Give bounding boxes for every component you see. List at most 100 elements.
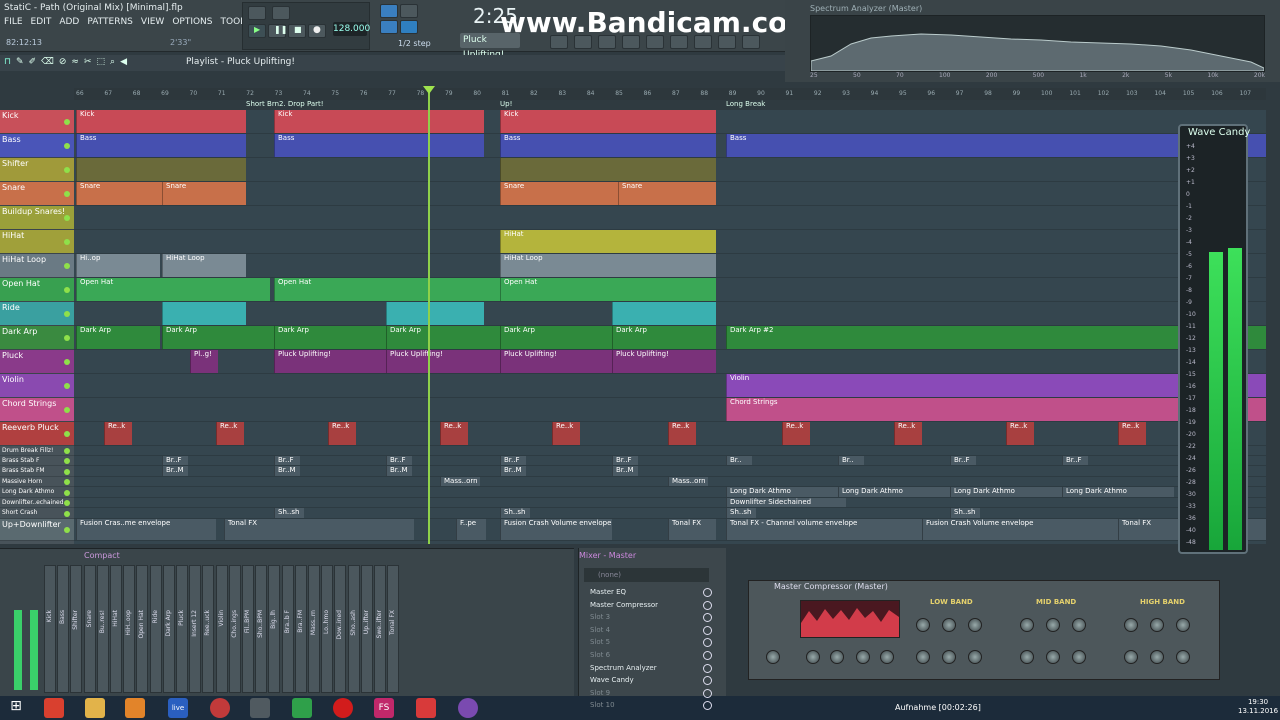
paint-icon[interactable]: ✐ xyxy=(29,57,37,67)
pattern-clip[interactable]: Fusion Cras..me envelope xyxy=(76,519,216,540)
pattern-clip[interactable]: Re..k xyxy=(552,422,580,445)
compressor-knob[interactable] xyxy=(1072,650,1086,664)
pattern-clip[interactable]: Mass..orn xyxy=(440,477,480,486)
track-header[interactable]: Up+Downlifter xyxy=(0,519,74,541)
track-header[interactable]: Violin xyxy=(0,374,74,398)
track-active-led-icon[interactable] xyxy=(64,335,70,341)
delete-icon[interactable]: ⌫ xyxy=(41,57,54,67)
track-lane[interactable]: Open Hat Open Hat Open Hat xyxy=(74,278,1266,302)
pattern-clip[interactable]: Snare xyxy=(500,182,618,205)
slot-mix-knob-icon[interactable] xyxy=(703,600,712,610)
pattern-clip[interactable]: Br.. xyxy=(726,456,752,465)
pattern-clip[interactable]: Br..F xyxy=(612,456,638,465)
fl-studio-icon[interactable] xyxy=(125,698,145,718)
track-active-led-icon[interactable] xyxy=(64,458,70,464)
track-header[interactable]: Drum Break Fillz! xyxy=(0,446,74,456)
mixer-slot[interactable]: Slot 3 xyxy=(584,612,709,623)
pattern-clip[interactable]: Br..M xyxy=(274,466,300,476)
pattern-clip[interactable]: Kick xyxy=(76,110,246,133)
mixer-slot[interactable]: Slot 6 xyxy=(584,650,709,661)
menu-file[interactable]: FILE xyxy=(4,17,23,27)
mixer-slot[interactable]: Master EQ xyxy=(584,587,709,598)
mixer-slot[interactable]: Wave Candy xyxy=(584,675,709,686)
pattern-clip[interactable]: Tonal FX - Channel volume envelope xyxy=(726,519,922,540)
pattern-clip[interactable]: Re..k xyxy=(668,422,696,445)
track-lane[interactable]: Pl..g! Pluck Uplifting! Pluck Uplifting! Pl… xyxy=(74,350,1266,374)
tempo-display[interactable]: 128.000 xyxy=(333,22,370,36)
playhead-marker-icon[interactable] xyxy=(423,86,435,94)
track-header[interactable]: HiHat Loop xyxy=(0,254,74,278)
track-active-led-icon[interactable] xyxy=(64,431,70,437)
pattern-clip[interactable]: Re..k xyxy=(440,422,468,445)
mixer-channel-strip[interactable] xyxy=(110,565,122,693)
pattern-clip[interactable]: Dark Arp xyxy=(76,326,160,349)
menu-add[interactable]: ADD xyxy=(59,17,79,27)
pattern-clip[interactable]: Re..k xyxy=(894,422,922,445)
track-lane[interactable]: Kick Kick Kick xyxy=(74,110,1266,134)
pattern-clip[interactable]: Dark Arp xyxy=(500,326,612,349)
song-mode-button[interactable] xyxy=(272,6,290,20)
pattern-clip[interactable]: Open Hat xyxy=(274,278,500,301)
pattern-clip[interactable]: Bass xyxy=(500,134,716,157)
compressor-knob[interactable] xyxy=(1046,650,1060,664)
track-active-led-icon[interactable] xyxy=(64,468,70,475)
mixer-channel-strip[interactable] xyxy=(149,565,162,693)
track-lane[interactable]: Fusion Cras..me envelope Tonal FX F..pe Fus… xyxy=(74,519,1266,541)
track-active-led-icon[interactable] xyxy=(64,407,70,413)
track-lane[interactable]: Long Dark Athmo Long Dark Athmo Long Dark … xyxy=(74,487,1266,498)
track-header[interactable]: Pluck xyxy=(0,350,74,374)
playlist-marker[interactable]: Up! xyxy=(500,100,512,108)
track-header[interactable]: Massive Horn xyxy=(0,477,74,487)
pattern-clip[interactable]: Re..k xyxy=(216,422,244,445)
mixer-slot[interactable]: Slot 10 xyxy=(584,700,709,711)
pattern-clip[interactable]: Re..k xyxy=(328,422,356,445)
channel-rack-icon[interactable] xyxy=(598,35,616,49)
compressor-knob[interactable] xyxy=(1176,618,1190,632)
track-header[interactable]: Ride xyxy=(0,302,74,326)
pattern-clip[interactable]: Re..k xyxy=(104,422,132,445)
track-lane[interactable] xyxy=(74,302,1266,326)
track-active-led-icon[interactable] xyxy=(64,479,70,485)
pattern-clip[interactable]: Long Dark Athmo xyxy=(838,487,950,497)
mixer-channel-strip[interactable] xyxy=(268,565,281,693)
time-ruler[interactable]: 66 67 68 69 70 71 72 73 74 75 76 77 78 79 80 81 82 83 84 85… xyxy=(74,88,1266,100)
track-header[interactable]: Long Dark Athmo xyxy=(0,487,74,498)
track-lane[interactable]: Br..M Br..M Br..M Br..M Br..M xyxy=(74,466,1266,477)
mixer-slot[interactable]: Slot 5 xyxy=(584,637,709,648)
mixer-channel-strip[interactable] xyxy=(176,565,188,693)
playback-icon[interactable]: ◀ xyxy=(120,57,127,67)
pattern-clip[interactable]: Br..F xyxy=(500,456,526,465)
track-active-led-icon[interactable] xyxy=(64,489,70,496)
pattern-clip[interactable] xyxy=(500,158,716,181)
compressor-knob[interactable] xyxy=(766,650,780,664)
cpu-icon[interactable] xyxy=(694,35,712,49)
track-header[interactable]: Chord Strings xyxy=(0,398,74,422)
compressor-knob[interactable] xyxy=(1150,618,1164,632)
track-active-led-icon[interactable] xyxy=(64,311,70,317)
playlist-grid[interactable]: Kick Kick Kick Bass Bass Bass Bass Snare Snare Sn… xyxy=(74,110,1266,544)
track-header[interactable]: Buildup Snares! xyxy=(0,206,74,230)
track-active-led-icon[interactable] xyxy=(64,383,70,389)
track-active-led-icon[interactable] xyxy=(64,510,70,517)
fs-icon[interactable]: FS xyxy=(374,698,394,718)
compressor-knob[interactable] xyxy=(1020,618,1034,632)
track-lane[interactable]: HiHat xyxy=(74,230,1266,254)
pattern-clip[interactable]: Br..M xyxy=(162,466,188,476)
compressor-knob[interactable] xyxy=(942,650,956,664)
playlist-icon[interactable] xyxy=(550,35,568,49)
pattern-clip[interactable]: Open Hat xyxy=(76,278,270,301)
compressor-knob[interactable] xyxy=(830,650,844,664)
compressor-knob[interactable] xyxy=(968,618,982,632)
pattern-mode-button[interactable] xyxy=(248,6,266,20)
pattern-clip[interactable]: Dark Arp xyxy=(274,326,386,349)
wait-button[interactable] xyxy=(400,20,418,34)
pattern-clip[interactable]: HiHat Loop xyxy=(500,254,716,277)
track-lane[interactable] xyxy=(74,158,1266,182)
zoom-icon[interactable]: ⌕ xyxy=(110,57,115,67)
pattern-clip[interactable] xyxy=(612,302,716,325)
track-active-led-icon[interactable] xyxy=(64,527,70,533)
pattern-clip[interactable]: Fusion Crash Volume envelope xyxy=(922,519,1118,540)
track-lane[interactable] xyxy=(74,446,1266,456)
pattern-clip[interactable]: Downlifter Sidechained xyxy=(726,498,846,507)
pattern-clip[interactable]: Br..F xyxy=(950,456,976,465)
